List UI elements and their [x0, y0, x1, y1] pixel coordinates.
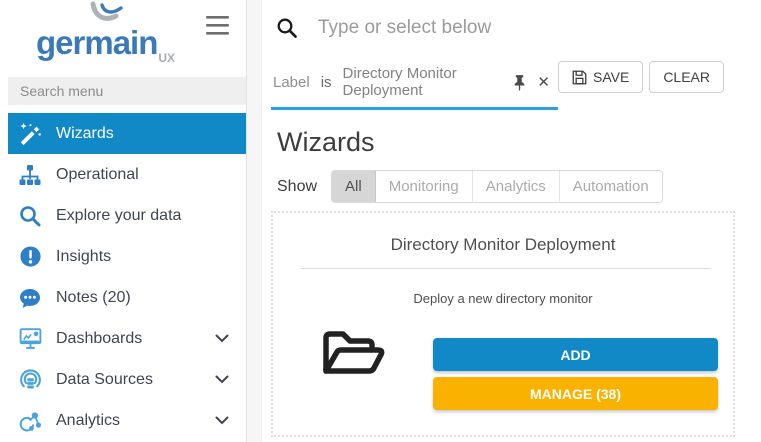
- sidebar-item-label: Wizards: [56, 125, 114, 143]
- clear-button-label: CLEAR: [663, 69, 710, 85]
- sidebar-item-label: Dashboards: [56, 330, 142, 348]
- sitemap-icon: [17, 162, 43, 188]
- sidebar: germainUX: [0, 0, 247, 442]
- database-signal-icon: [17, 367, 43, 393]
- sidebar-item-label: Explore your data: [56, 207, 181, 225]
- filter-value: Directory Monitor Deployment: [343, 65, 503, 99]
- filter-actions: SAVE CLEAR: [558, 61, 724, 93]
- tab-analytics[interactable]: Analytics: [473, 171, 560, 202]
- filter-field: Label: [273, 74, 310, 91]
- chevron-down-icon: [215, 416, 229, 425]
- tab-monitoring[interactable]: Monitoring: [376, 171, 473, 202]
- main-content: Label is Directory Monitor Deployment ✕: [262, 0, 761, 442]
- clear-button[interactable]: CLEAR: [649, 61, 724, 93]
- chat-bubble-icon: [17, 285, 43, 311]
- manage-button[interactable]: MANAGE (38): [433, 377, 718, 410]
- show-label: Show: [277, 178, 317, 196]
- page-title: Wizards: [277, 126, 761, 158]
- filter-row: Label is Directory Monitor Deployment ✕: [262, 56, 761, 110]
- save-icon: [572, 70, 587, 85]
- sidebar-item-data-sources[interactable]: Data Sources: [8, 359, 246, 400]
- app-window: germainUX: [0, 0, 761, 442]
- main-search-input[interactable]: [298, 17, 761, 39]
- wizard-card-description: Deploy a new directory monitor: [273, 291, 733, 306]
- sidebar-header: germainUX: [0, 0, 246, 77]
- card-actions: ADD MANAGE (38): [433, 318, 718, 410]
- chevron-down-icon: [215, 334, 229, 343]
- sidebar-item-label: Analytics: [56, 412, 120, 430]
- sidebar-item-operational[interactable]: Operational: [8, 154, 246, 195]
- filter-chip[interactable]: Label is Directory Monitor Deployment ✕: [271, 61, 558, 110]
- remove-filter-icon[interactable]: ✕: [537, 75, 550, 90]
- menu-toggle-icon[interactable]: [206, 16, 229, 40]
- show-filter-row: Show All Monitoring Analytics Automation: [277, 170, 761, 203]
- save-button[interactable]: SAVE: [558, 61, 643, 93]
- wizard-card-title: Directory Monitor Deployment: [273, 235, 733, 255]
- category-tab-group: All Monitoring Analytics Automation: [331, 170, 663, 203]
- sidebar-item-label: Notes (20): [56, 289, 131, 307]
- main-search-bar: [262, 0, 761, 56]
- search-icon: [276, 17, 298, 39]
- brand-sub: UX: [158, 51, 175, 65]
- sidebar-item-label: Operational: [56, 166, 139, 184]
- sidebar-nav: Wizards Operational: [0, 113, 246, 441]
- pin-icon[interactable]: [513, 74, 526, 91]
- vertical-scrollbar[interactable]: [247, 0, 262, 442]
- tab-all[interactable]: All: [332, 171, 376, 202]
- sidebar-item-explore[interactable]: Explore your data: [8, 195, 246, 236]
- sidebar-search-input[interactable]: [8, 77, 246, 105]
- germain-logo: germainUX: [36, 24, 175, 62]
- wizard-card-body: ADD MANAGE (38): [273, 318, 733, 410]
- save-button-label: SAVE: [593, 69, 629, 85]
- alert-circle-icon: [17, 244, 43, 270]
- card-divider: [301, 268, 711, 269]
- magic-wand-icon: [17, 121, 43, 147]
- sidebar-item-insights[interactable]: Insights: [8, 236, 246, 277]
- node-graph-icon: [17, 408, 43, 434]
- sidebar-item-label: Insights: [56, 248, 111, 266]
- folder-open-icon: [273, 318, 433, 410]
- search-icon: [17, 203, 43, 229]
- sidebar-item-dashboards[interactable]: Dashboards: [8, 318, 246, 359]
- sidebar-item-notes[interactable]: Notes (20): [8, 277, 246, 318]
- tab-automation[interactable]: Automation: [560, 171, 662, 202]
- chevron-down-icon: [215, 375, 229, 384]
- filter-operator: is: [321, 74, 332, 91]
- sidebar-search: [8, 77, 246, 105]
- add-button[interactable]: ADD: [433, 338, 718, 371]
- dashboard-monitor-icon: [17, 326, 43, 352]
- sidebar-item-analytics[interactable]: Analytics: [8, 400, 246, 441]
- sidebar-item-label: Data Sources: [56, 371, 153, 389]
- brand-name: germain: [36, 24, 157, 61]
- wizard-card: Directory Monitor Deployment Deploy a ne…: [271, 211, 735, 437]
- sidebar-item-wizards[interactable]: Wizards: [8, 113, 246, 154]
